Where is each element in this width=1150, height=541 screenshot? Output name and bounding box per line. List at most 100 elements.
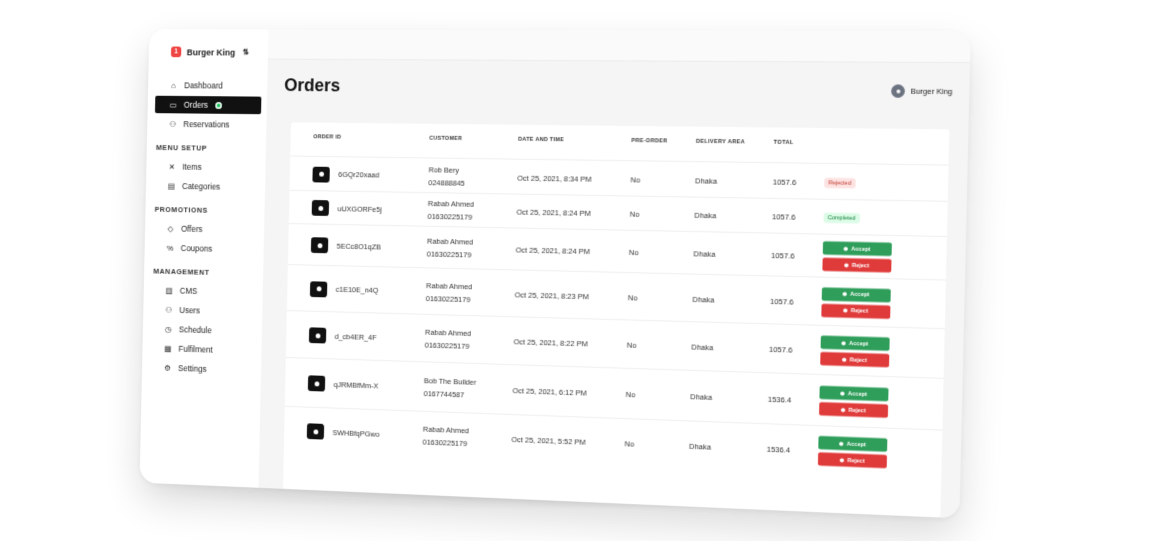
reject-label: Reject	[851, 261, 870, 269]
view-order-button[interactable]	[311, 199, 330, 216]
user-avatar-icon: ●	[891, 84, 906, 98]
gear-icon: ⚙	[164, 363, 171, 373]
accept-button[interactable]: Accept	[822, 241, 892, 257]
sidebar-item-label: Coupons	[180, 243, 213, 254]
accept-button[interactable]: Accept	[818, 435, 888, 452]
customer-phone: 0167744587	[423, 389, 465, 400]
delivery-area: Dhaka	[692, 293, 715, 304]
header-delivery-area: DELIVERY AREA	[695, 138, 745, 146]
sidebar-item-label: Settings	[177, 363, 207, 374]
eye-icon	[314, 380, 319, 386]
header-customer: CUSTOMER	[429, 135, 463, 143]
sidebar-item-orders[interactable]: ▭ Orders	[154, 95, 262, 115]
view-order-button[interactable]	[308, 327, 327, 344]
sidebar-item-reservations[interactable]: ⚇ Reservations	[155, 115, 267, 134]
view-order-button[interactable]	[310, 237, 329, 254]
check-icon	[840, 391, 845, 396]
order-actions: Completed	[823, 212, 860, 224]
sidebar-item-items[interactable]: ✕ Items	[154, 158, 266, 177]
reject-button[interactable]: Reject	[819, 402, 889, 418]
categories-icon: ▤	[167, 181, 175, 191]
order-id-cell: SWHBfqPGwo	[306, 423, 380, 442]
accept-label: Accept	[846, 440, 867, 448]
delivery-area: Dhaka	[691, 341, 714, 352]
customer-name: Rabab Ahmed	[426, 236, 474, 247]
order-date: Oct 25, 2021, 8:22 PM	[513, 336, 588, 348]
customer-phone: 01630225179	[426, 249, 472, 260]
order-date: Oct 25, 2021, 8:34 PM	[517, 172, 592, 183]
order-id: c1E10E_n4Q	[335, 284, 379, 295]
order-total: 1536.4	[767, 394, 792, 405]
eye-icon	[317, 242, 322, 248]
view-order-button[interactable]	[312, 166, 330, 183]
pre-order-value: No	[629, 209, 640, 219]
pre-order-value: No	[625, 389, 636, 399]
customer-name: Rabab Ahmed	[422, 424, 470, 436]
status-badge: Completed	[823, 212, 860, 224]
order-actions: Rejected	[824, 176, 856, 188]
check-icon	[842, 291, 848, 297]
sidebar-item-fulfilment[interactable]: ▦ Fulfilment	[150, 339, 262, 360]
reject-button[interactable]: Reject	[821, 303, 891, 319]
close-icon	[843, 308, 848, 313]
sidebar-item-label: Schedule	[178, 324, 212, 336]
sidebar-item-settings[interactable]: ⚙ Settings	[149, 358, 261, 379]
order-id: 6GQr20xaad	[338, 169, 380, 180]
view-order-button[interactable]	[306, 423, 325, 440]
sidebar-item-label: Dashboard	[184, 80, 223, 91]
check-icon	[839, 441, 844, 446]
customer-name: Rabab Ahmed	[427, 199, 475, 209]
clock-icon: ◷	[164, 324, 172, 334]
switch-arrows-icon[interactable]: ⇅	[243, 48, 249, 57]
delivery-area: Dhaka	[694, 210, 717, 220]
view-order-button[interactable]	[309, 280, 328, 297]
sidebar: 1 Burger King ⇅ ⌂ Dashboard ▭ Orders ⚇ Reserv…	[139, 29, 270, 488]
sidebar-item-users[interactable]: ⚇ Users	[151, 300, 263, 321]
section-title: PROMOTIONS	[154, 204, 208, 215]
header-total: TOTAL	[773, 139, 794, 147]
section-title: MENU SETUP	[155, 143, 208, 153]
brand-name: Burger King	[186, 47, 236, 57]
sidebar-item-offers[interactable]: ◇ Offers	[152, 219, 264, 239]
accept-button[interactable]: Accept	[820, 335, 890, 351]
order-date: Oct 25, 2021, 6:12 PM	[512, 385, 587, 398]
close-icon	[840, 457, 845, 462]
order-total: 1057.6	[771, 211, 796, 222]
sidebar-item-coupons[interactable]: % Coupons	[152, 239, 264, 259]
order-actions: Accept Reject	[819, 383, 889, 421]
pre-order-value: No	[630, 174, 641, 184]
header-order-id: ORDER ID	[313, 134, 342, 141]
reject-button[interactable]: Reject	[822, 257, 892, 273]
eye-icon	[318, 171, 324, 177]
table-body: 6GQr20xaad Rob Bery 024888845 Oct 25, 20…	[283, 122, 949, 481]
sidebar-item-label: Categories	[181, 181, 221, 192]
view-order-button[interactable]	[307, 375, 326, 392]
customer-phone: 01630225179	[422, 437, 468, 449]
orders-icon: ▭	[169, 100, 177, 109]
reject-button[interactable]: Reject	[817, 452, 887, 469]
cms-icon: ▥	[165, 285, 173, 295]
reject-label: Reject	[848, 406, 866, 414]
accept-button[interactable]: Accept	[821, 286, 891, 302]
sidebar-item-label: Reservations	[183, 119, 230, 130]
sidebar-item-cms[interactable]: ▥ CMS	[151, 281, 263, 301]
order-total: 1057.6	[769, 295, 794, 306]
home-icon: ⌂	[171, 80, 176, 90]
fulfilment-icon: ▦	[164, 343, 172, 353]
eye-icon	[317, 205, 323, 211]
sidebar-item-dashboard[interactable]: ⌂ Dashboard	[155, 76, 267, 94]
brand-switcher[interactable]: 1 Burger King ⇅	[149, 29, 269, 58]
order-id-cell: c1E10E_n4Q	[309, 280, 379, 298]
header-date-time: DATE AND TIME	[518, 136, 565, 144]
reject-button[interactable]: Reject	[820, 351, 890, 368]
sidebar-item-label: Fulfilment	[178, 343, 213, 355]
user-menu[interactable]: ● Burger King	[891, 84, 952, 98]
customer-cell: Rabab Ahmed 01630225179	[423, 425, 470, 449]
sidebar-item-schedule[interactable]: ◷ Schedule	[150, 320, 262, 341]
sidebar-item-categories[interactable]: ▤ Categories	[153, 177, 265, 196]
order-actions: Accept Reject	[821, 284, 891, 322]
pre-order-value: No	[626, 340, 637, 350]
sidebar-item-label: Offers	[180, 223, 203, 234]
accept-button[interactable]: Accept	[819, 385, 889, 402]
eye-icon	[315, 332, 321, 338]
